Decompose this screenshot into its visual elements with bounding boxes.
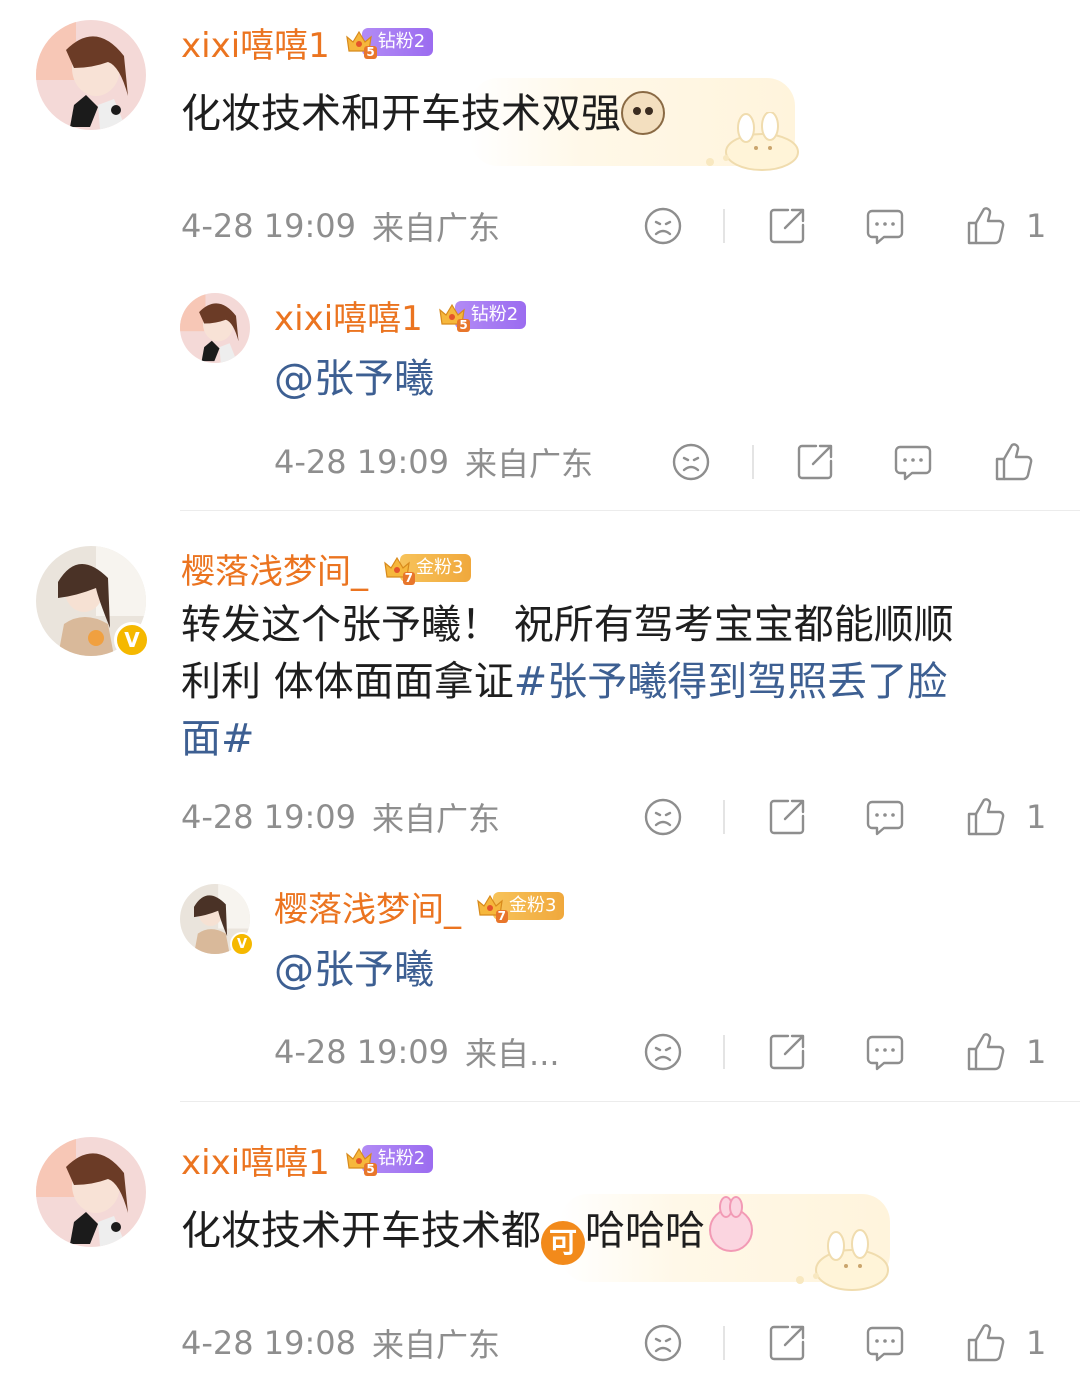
badge-level: 7 bbox=[495, 909, 508, 923]
comment-text-body: 化妆技术和开车技术双强 bbox=[181, 91, 621, 137]
comment-header: 樱落浅梦间_ 7 金粉3 bbox=[181, 544, 472, 593]
comment-header: xixi嘻嘻1 5 钻粉2 bbox=[181, 18, 434, 67]
divider-bar bbox=[723, 800, 725, 834]
username[interactable]: xixi嘻嘻1 bbox=[274, 291, 423, 340]
username[interactable]: 樱落浅梦间_ bbox=[274, 882, 461, 931]
action-bar bbox=[0, 437, 1080, 487]
frown-icon[interactable] bbox=[640, 1318, 686, 1368]
comment-icon[interactable] bbox=[862, 1318, 908, 1368]
like-count: 1 bbox=[1026, 798, 1047, 836]
avatar[interactable] bbox=[36, 20, 146, 130]
crown-icon: 5 bbox=[344, 27, 377, 59]
crown-icon: 5 bbox=[437, 300, 470, 332]
rabbit-emoji-icon bbox=[709, 1196, 753, 1252]
fan-badge[interactable]: 7 金粉3 bbox=[475, 889, 565, 923]
cat-emoji-icon bbox=[621, 91, 665, 135]
divider-bar bbox=[723, 1035, 725, 1069]
action-bar: 1 bbox=[0, 201, 1080, 251]
reply-header: 樱落浅梦间_ 7 金粉3 bbox=[274, 882, 565, 931]
crown-icon: 7 bbox=[475, 891, 508, 923]
ke-emoji-icon: 可 bbox=[541, 1221, 585, 1265]
share-icon[interactable] bbox=[764, 1318, 810, 1368]
badge-level: 5 bbox=[364, 1162, 377, 1176]
avatar[interactable]: V bbox=[36, 546, 150, 658]
fan-badge[interactable]: 5 钻粉2 bbox=[344, 1142, 434, 1176]
badge-level: 7 bbox=[402, 571, 415, 585]
comment-text: 化妆技术开车技术都可哈哈哈 bbox=[181, 1196, 753, 1265]
avatar[interactable] bbox=[36, 1137, 146, 1247]
comment-icon[interactable] bbox=[862, 201, 908, 251]
rabbit-decoration-icon bbox=[796, 1229, 889, 1291]
comment-icon[interactable] bbox=[862, 792, 908, 842]
thumbs-up-icon[interactable] bbox=[990, 437, 1036, 487]
thumbs-up-icon[interactable] bbox=[962, 792, 1008, 842]
frown-icon[interactable] bbox=[668, 437, 714, 487]
fan-badge[interactable]: 5 钻粉2 bbox=[344, 25, 434, 59]
comment-text: 转发这个张予曦！ 祝所有驾考宝宝都能顺顺 利利 体体面面拿证#张予曦得到驾照丢了… bbox=[181, 597, 1041, 768]
comment-text-line: 利利 体体面面拿证 bbox=[181, 659, 514, 705]
like-count: 1 bbox=[1026, 207, 1047, 245]
badge-level: 5 bbox=[364, 45, 377, 59]
action-bar: 1 bbox=[0, 1027, 1080, 1077]
share-icon[interactable] bbox=[764, 792, 810, 842]
share-icon[interactable] bbox=[764, 1027, 810, 1077]
divider-bar bbox=[723, 209, 725, 243]
share-icon[interactable] bbox=[792, 437, 838, 487]
verified-badge-icon: V bbox=[230, 932, 254, 956]
username[interactable]: xixi嘻嘻1 bbox=[181, 18, 330, 67]
frown-icon[interactable] bbox=[640, 1027, 686, 1077]
comment-text-body: 哈哈哈 bbox=[585, 1208, 705, 1254]
share-icon[interactable] bbox=[764, 201, 810, 251]
comment-divider bbox=[180, 510, 1080, 511]
action-bar: 1 bbox=[0, 792, 1080, 842]
fan-badge[interactable]: 7 金粉3 bbox=[382, 551, 472, 585]
comment-divider bbox=[180, 1101, 1080, 1102]
comment-header: xixi嘻嘻1 5 钻粉2 bbox=[181, 1135, 434, 1184]
divider-bar bbox=[752, 445, 754, 479]
frown-icon[interactable] bbox=[640, 792, 686, 842]
like-count: 1 bbox=[1026, 1033, 1047, 1071]
reply-header: xixi嘻嘻1 5 钻粉2 bbox=[274, 291, 527, 340]
divider-bar bbox=[723, 1326, 725, 1360]
frown-icon[interactable] bbox=[640, 201, 686, 251]
avatar[interactable]: V bbox=[180, 884, 254, 956]
rabbit-decoration-icon bbox=[706, 112, 799, 171]
avatar[interactable] bbox=[180, 293, 250, 363]
topic-link[interactable]: #张予曦得到驾照丢了脸 bbox=[514, 659, 948, 705]
thumbs-up-icon[interactable] bbox=[962, 1027, 1008, 1077]
mention-link[interactable]: @张予曦 bbox=[274, 942, 434, 999]
comment-icon[interactable] bbox=[862, 1027, 908, 1077]
username[interactable]: 樱落浅梦间_ bbox=[181, 544, 368, 593]
action-bar: 1 bbox=[0, 1318, 1080, 1368]
thumbs-up-icon[interactable] bbox=[962, 201, 1008, 251]
comment-text: 化妆技术和开车技术双强 bbox=[181, 86, 665, 143]
comment-text-line: 转发这个张予曦！ 祝所有驾考宝宝都能顺顺 bbox=[181, 602, 954, 648]
username[interactable]: xixi嘻嘻1 bbox=[181, 1135, 330, 1184]
badge-level: 5 bbox=[457, 318, 470, 332]
topic-link-continued[interactable]: 面# bbox=[181, 711, 1041, 768]
fan-badge[interactable]: 5 钻粉2 bbox=[437, 298, 527, 332]
like-count: 1 bbox=[1026, 1324, 1047, 1362]
comment-text-body: 化妆技术开车技术都 bbox=[181, 1208, 541, 1254]
crown-icon: 5 bbox=[344, 1144, 377, 1176]
verified-badge-icon: V bbox=[114, 622, 150, 658]
crown-icon: 7 bbox=[382, 553, 415, 585]
thumbs-up-icon[interactable] bbox=[962, 1318, 1008, 1368]
mention-link[interactable]: @张予曦 bbox=[274, 351, 434, 408]
comment-icon[interactable] bbox=[890, 437, 936, 487]
